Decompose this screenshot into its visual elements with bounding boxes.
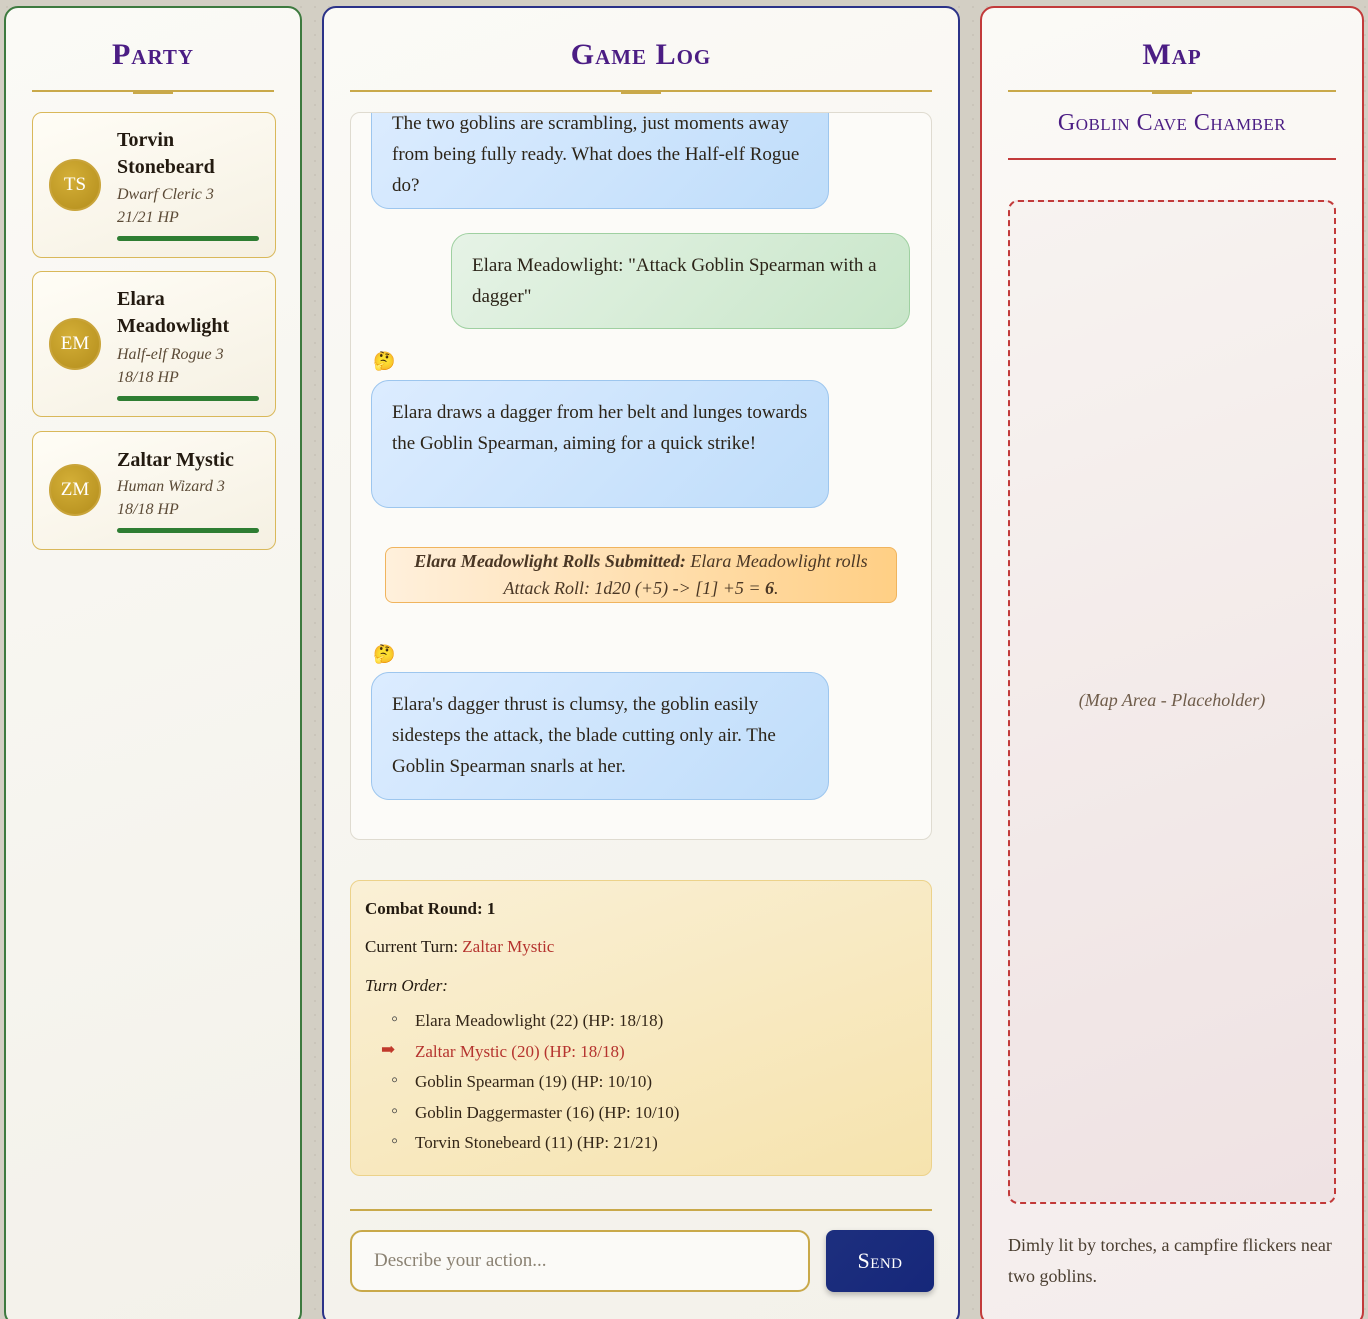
roll-text: Elara Meadowlight rolls [690, 551, 868, 571]
chat-log[interactable]: The two goblins are scrambling, just mom… [350, 112, 932, 840]
character-name: Elara Meadowlight [117, 288, 230, 337]
character-class: Human Wizard 3 [117, 478, 225, 495]
turn-order-item: Goblin Daggermaster (16) (HP: 10/10) [389, 1100, 679, 1134]
party-panel: Party TS Torvin Stonebeard Dwarf Cleric … [4, 6, 302, 1319]
party-title-divider [32, 90, 274, 94]
avatar: ZM [49, 464, 101, 516]
turn-order-item: Elara Meadowlight (22) (HP: 18/18) [389, 1008, 679, 1042]
combat-round: Combat Round: 1 [365, 899, 496, 918]
character-card-elara[interactable]: EM Elara Meadowlight Half-elf Rogue 3 18… [32, 271, 276, 417]
turn-order-item: Goblin Spearman (19) (HP: 10/10) [389, 1069, 679, 1103]
character-hp: 18/18 HP [117, 501, 179, 518]
thinking-face-emoji: 🤔 [373, 644, 396, 664]
map-description: Dimly lit by torches, a campfire flicker… [1008, 1235, 1332, 1286]
character-class: Dwarf Cleric 3 [117, 186, 214, 203]
roll-total: 6 [765, 578, 775, 598]
input-divider [350, 1209, 932, 1211]
turn-order-label: Turn Order: [365, 976, 448, 995]
roll-result: Elara Meadowlight Rolls Submitted: Elara… [385, 547, 897, 603]
hp-bar [117, 236, 259, 241]
map-placeholder: (Map Area - Placeholder) [1078, 690, 1266, 710]
avatar: EM [49, 318, 101, 370]
thinking-face-emoji: 🤔 [373, 351, 396, 371]
roll-label: Elara Meadowlight Rolls Submitted: [414, 551, 686, 571]
current-turn-name: Zaltar Mystic [462, 937, 555, 956]
game-log-title: Game Log [570, 38, 712, 71]
player-message: Elara Meadowlight: "Attack Goblin Spearm… [451, 233, 910, 329]
map-panel: Map Goblin Cave Chamber (Map Area - Plac… [980, 6, 1364, 1319]
map-area[interactable]: (Map Area - Placeholder) [1008, 200, 1336, 1204]
map-location-divider [1008, 158, 1336, 160]
turn-order-list: Elara Meadowlight (22) (HP: 18/18) Zalta… [381, 1008, 679, 1164]
character-class: Half-elf Rogue 3 [117, 346, 224, 363]
character-hp: 18/18 HP [117, 369, 179, 386]
character-card-torvin[interactable]: TS Torvin Stonebeard Dwarf Cleric 3 21/2… [32, 112, 276, 258]
roll-end: . [774, 578, 779, 598]
current-turn-label: Current Turn: [365, 937, 463, 956]
turn-order-item: Torvin Stonebeard (11) (HP: 21/21) [389, 1130, 679, 1164]
map-location: Goblin Cave Chamber [1057, 110, 1287, 136]
current-turn: Current Turn: Zaltar Mystic [365, 937, 554, 957]
game-log-title-divider [350, 90, 932, 94]
combat-tracker: Combat Round: 1 Current Turn: Zaltar Mys… [350, 880, 932, 1176]
map-title-divider [1008, 90, 1336, 94]
roll-detail: Attack Roll: 1d20 (+5) -> [1] +5 = [503, 578, 766, 598]
action-input[interactable] [350, 1230, 810, 1292]
dm-message: Elara draws a dagger from her belt and l… [371, 380, 829, 508]
hp-bar [117, 528, 259, 533]
dm-message: The two goblins are scrambling, just mom… [371, 113, 829, 209]
character-hp: 21/21 HP [117, 209, 179, 226]
map-title: Map [1142, 38, 1202, 71]
party-title: Party [111, 38, 195, 71]
avatar: TS [49, 159, 101, 211]
turn-order-item-active: Zaltar Mystic (20) (HP: 18/18) [381, 1040, 679, 1073]
dm-message: Elara's dagger thrust is clumsy, the gob… [371, 672, 829, 800]
hp-bar [117, 396, 259, 401]
send-button[interactable]: Send [826, 1230, 934, 1292]
character-card-zaltar[interactable]: ZM Zaltar Mystic Human Wizard 3 18/18 HP [32, 431, 276, 550]
character-name: Zaltar Mystic [117, 449, 234, 471]
character-name: Torvin Stonebeard [117, 129, 215, 178]
game-log-panel: Game Log The two goblins are scrambling,… [322, 6, 960, 1319]
